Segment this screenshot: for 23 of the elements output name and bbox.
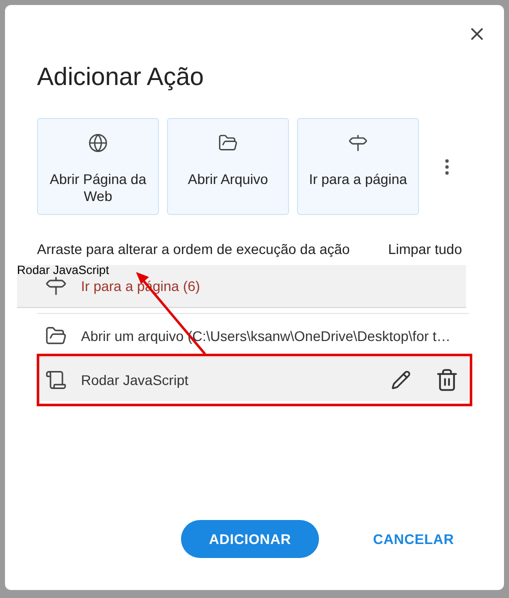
delete-button[interactable]	[435, 368, 459, 392]
cancel-button[interactable]: CANCELAR	[361, 520, 466, 558]
more-button[interactable]	[445, 158, 449, 174]
signpost-icon	[45, 275, 67, 297]
clear-all-button[interactable]: Limpar tudo	[388, 241, 462, 257]
dialog-title: Adicionar Ação	[37, 63, 205, 92]
signpost-icon	[348, 133, 368, 153]
trash-icon	[435, 368, 459, 392]
instruction-text: Arraste para alterar a ordem de execução da ação	[37, 241, 350, 257]
action-card[interactable]: Abrir Arquivo	[167, 118, 289, 215]
globe-icon	[88, 133, 108, 153]
action-card[interactable]: Ir para a página	[297, 118, 419, 215]
folder-icon	[218, 133, 238, 153]
step-label: Rodar JavaScript	[81, 372, 190, 388]
edit-button[interactable]	[391, 370, 411, 390]
step-row[interactable]: Rodar JavaScript	[37, 357, 469, 401]
drag-label: Rodar JavaScript	[17, 263, 110, 277]
add-button[interactable]: ADICIONAR	[181, 520, 320, 558]
action-card[interactable]: Abrir Página da Web	[37, 118, 159, 215]
pencil-icon	[391, 370, 411, 390]
folder-icon	[45, 324, 67, 346]
scroll-icon	[45, 368, 67, 390]
more-icon	[445, 158, 449, 174]
